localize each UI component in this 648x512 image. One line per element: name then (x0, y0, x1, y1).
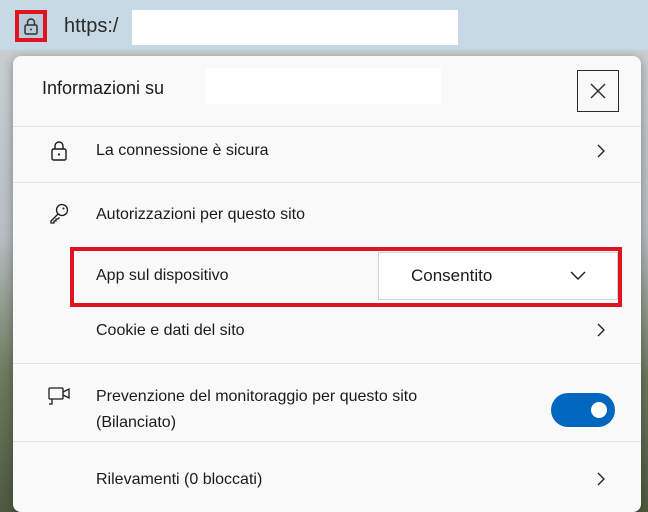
camera-icon (48, 387, 70, 405)
tracking-level-label: (Bilanciato) (96, 414, 177, 431)
tracking-label: Prevenzione del monitoraggio per questo … (96, 388, 418, 405)
chevron-right-icon (597, 472, 605, 486)
permissions-heading: Autorizzazioni per questo sito (96, 206, 305, 223)
divider (13, 441, 641, 442)
select-value: Consentito (411, 266, 493, 285)
address-bar: https:/ (0, 0, 648, 50)
site-info-button[interactable] (15, 10, 47, 42)
lock-icon (51, 141, 67, 161)
panel-title: Informazioni su (42, 78, 165, 98)
divider (13, 126, 641, 127)
key-icon (50, 203, 69, 224)
detections-label: Rilevamenti (0 bloccati) (96, 471, 263, 488)
close-icon (590, 83, 606, 99)
divider (13, 182, 641, 183)
device-apps-label: App sul dispositivo (96, 267, 229, 284)
toggle-knob (591, 402, 607, 418)
chevron-down-icon (570, 271, 586, 280)
url-text[interactable]: https:/ (64, 15, 118, 38)
cookies-label: Cookie e dati del sito (96, 322, 245, 339)
site-name-redacted (205, 68, 441, 104)
site-info-panel: Informazioni su La connessione è sicura … (13, 56, 641, 512)
connection-label: La connessione è sicura (96, 142, 269, 159)
close-button[interactable] (577, 70, 619, 112)
divider (13, 363, 641, 364)
chevron-right-icon (597, 144, 605, 158)
device-apps-select[interactable]: Consentito (378, 252, 618, 300)
chevron-right-icon (597, 323, 605, 337)
tracking-toggle[interactable] (551, 393, 615, 427)
lock-icon (24, 18, 38, 35)
url-redacted (132, 10, 458, 45)
